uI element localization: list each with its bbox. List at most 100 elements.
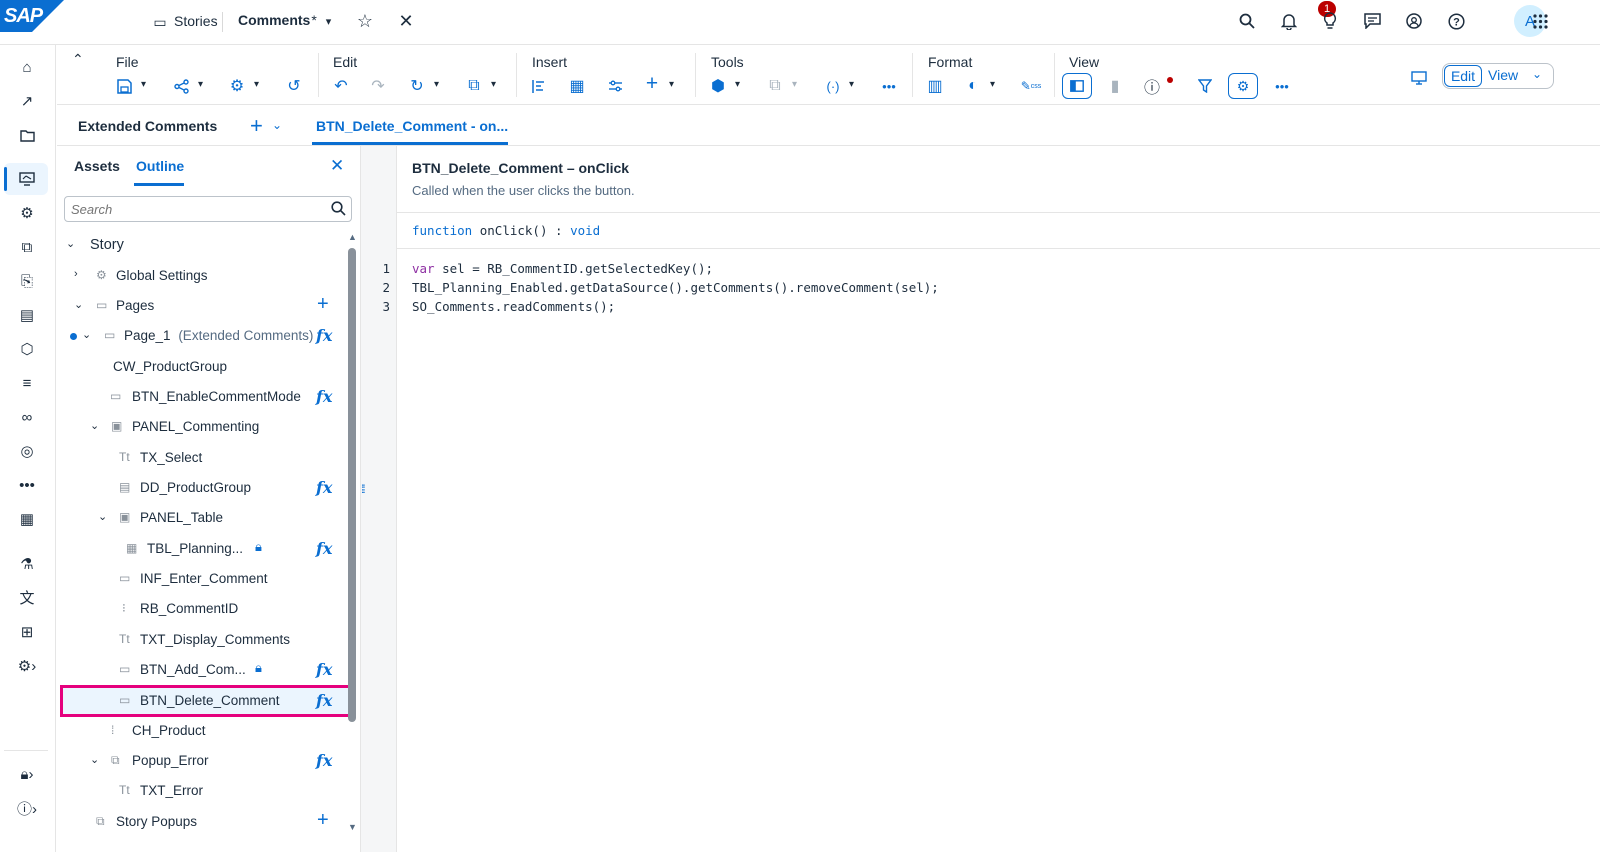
tree-item-dd-productgroup[interactable]: ▤ DD_ProductGroup fx <box>60 473 352 503</box>
tree-item-panel-commenting[interactable]: ⌄ ▣ PANEL_Commenting <box>60 412 352 442</box>
chevron-down-icon[interactable]: ⌄ <box>74 298 83 311</box>
tree-item-btn-enablecommentmode[interactable]: ▭ BTN_EnableCommentMode fx <box>60 382 352 412</box>
scrollbar-thumb[interactable] <box>348 248 356 722</box>
insert-table-icon[interactable]: ▦ <box>568 74 586 98</box>
share-icon[interactable] <box>172 74 190 98</box>
present-icon[interactable] <box>1409 66 1429 90</box>
sap-logo[interactable]: SAP <box>0 0 64 32</box>
filter-icon[interactable] <box>1196 74 1214 98</box>
undo-icon[interactable]: ↶ <box>332 74 350 98</box>
script-fx-icon[interactable]: fx <box>316 326 332 345</box>
tree-item-inf-enter-comment[interactable]: ▭ INF_Enter_Comment <box>60 564 352 594</box>
help-icon[interactable]: ? <box>1445 10 1467 32</box>
document-title-menu[interactable]: Comments* ▾ <box>238 12 331 28</box>
digital-boardroom-icon[interactable]: ⧉ <box>14 235 40 259</box>
collapse-toolbar-icon[interactable]: ⌃ <box>72 51 84 68</box>
copy-icon[interactable]: ⧉ <box>465 74 483 98</box>
script-mode-icon[interactable]: ⚙ <box>1228 73 1258 99</box>
panel-splitter[interactable] <box>360 146 368 852</box>
edit-mode-button[interactable]: Edit <box>1444 65 1482 87</box>
tree-item-popup-error[interactable]: ⌄ ⧉ Popup_Error fx <box>60 746 352 776</box>
security-expand-icon[interactable]: 🔒︎› <box>14 762 40 786</box>
scroll-down-icon[interactable]: ▼ <box>348 822 357 832</box>
home-icon[interactable]: ⌂ <box>14 55 40 79</box>
refresh-icon[interactable]: ↻ <box>408 74 426 98</box>
add-page-icon[interactable]: + <box>317 293 329 316</box>
tree-item-panel-table[interactable]: ⌄ ▣ PANEL_Table <box>60 503 352 533</box>
script-fx-icon[interactable]: fx <box>316 478 332 497</box>
analytic-application-icon[interactable]: ⚙ <box>14 201 40 225</box>
script-fx-icon[interactable]: fx <box>316 387 332 406</box>
calendar-icon[interactable]: ▦ <box>14 507 40 531</box>
layout-icon[interactable]: ▥ <box>926 74 944 98</box>
info-expand-icon[interactable]: ⓘ› <box>14 797 40 821</box>
product-switch-icon[interactable] <box>1529 10 1551 32</box>
add-page-icon[interactable]: + <box>250 113 263 139</box>
search-icon[interactable] <box>1236 10 1258 32</box>
tab-assets[interactable]: Assets <box>74 158 120 174</box>
chevron-down-icon[interactable]: ⌄ <box>90 753 99 766</box>
bell-icon[interactable] <box>1278 10 1300 32</box>
connections-icon[interactable]: ⚗ <box>14 552 40 576</box>
dataset-icon[interactable]: ▤ <box>14 303 40 327</box>
insert-chart-icon[interactable] <box>530 74 548 98</box>
left-panel-toggle-icon[interactable] <box>1062 73 1092 99</box>
code-line[interactable]: var sel = RB_CommentID.getSelectedKey(); <box>412 261 713 276</box>
script-fx-icon[interactable]: fx <box>316 539 332 558</box>
add-popup-icon[interactable]: + <box>317 809 329 832</box>
chevron-down-icon[interactable]: ▾ <box>849 79 854 90</box>
splitter-grip-icon[interactable]: ⁞⁞ <box>361 482 365 496</box>
compass-icon[interactable]: ◎ <box>14 439 40 463</box>
tab-outline[interactable]: Outline <box>136 158 184 174</box>
tree-item-story[interactable]: ⌄ Story <box>60 230 352 260</box>
discussion-icon[interactable] <box>1403 10 1425 32</box>
chevron-down-icon[interactable]: ▾ <box>990 79 995 90</box>
script-editor-tab[interactable]: BTN_Delete_Comment - on... <box>316 118 508 134</box>
chevron-down-icon[interactable]: ▾ <box>198 79 203 90</box>
code-line[interactable]: TBL_Planning_Enabled.getDataSource().get… <box>412 280 939 295</box>
stories-nav-icon[interactable] <box>14 167 40 191</box>
tree-item-page-1[interactable]: ⌄ ▭ Page_1 (Extended Comments) fx <box>60 321 352 351</box>
tree-item-tx-select[interactable]: Tt TX_Select <box>60 443 352 473</box>
script-fx-icon[interactable]: fx <box>316 751 332 770</box>
right-panel-toggle-icon[interactable]: ▮ <box>1105 74 1125 98</box>
info-icon[interactable]: ⓘ <box>1143 74 1161 98</box>
story-tab[interactable]: Extended Comments <box>78 118 217 134</box>
search-icon[interactable] <box>331 201 346 219</box>
history-icon[interactable]: ↺ <box>285 74 303 98</box>
view-overflow-icon[interactable]: ••• <box>1272 74 1292 98</box>
translation-icon[interactable]: 文 <box>14 586 40 610</box>
chevron-down-icon[interactable]: ▾ <box>254 79 259 90</box>
chevron-down-icon[interactable]: ⌄ <box>272 118 282 132</box>
close-panel-icon[interactable]: ✕ <box>330 156 344 176</box>
chevron-down-icon[interactable]: ▾ <box>434 79 439 90</box>
model-cube-icon[interactable]: ⬡ <box>14 337 40 361</box>
save-icon[interactable] <box>115 74 133 98</box>
lightbulb-icon[interactable] <box>1319 10 1341 32</box>
tree-item-global-settings[interactable]: › ⚙ Global Settings <box>60 261 352 291</box>
script-fx-icon[interactable]: fx <box>316 660 332 679</box>
tree-item-rb-commentid[interactable]: ⁝ RB_CommentID <box>60 594 352 624</box>
chevron-down-icon[interactable]: ▾ <box>669 79 674 90</box>
stories-link[interactable]: Stories <box>174 13 218 29</box>
chevron-down-icon[interactable]: ▾ <box>141 79 146 90</box>
tree-item-txt-error[interactable]: Tt TXT_Error <box>60 776 352 806</box>
chevron-down-icon[interactable]: ⌄ <box>90 419 99 432</box>
tree-item-btn-add-comment[interactable]: ▭ BTN_Add_Com... 🔒︎ fx <box>60 655 352 685</box>
close-icon[interactable]: ✕ <box>396 10 416 32</box>
chevron-down-icon[interactable]: ⌄ <box>82 328 91 341</box>
chevron-down-icon[interactable]: ▾ <box>491 79 496 90</box>
trend-icon[interactable]: ↗ <box>14 89 40 113</box>
chevron-down-icon[interactable]: ▾ <box>735 79 740 90</box>
chevron-right-icon[interactable]: › <box>74 268 78 280</box>
system-expand-icon[interactable]: ⚙› <box>14 654 40 678</box>
formula-icon[interactable]: (·) <box>822 74 844 98</box>
data-analyzer-icon[interactable]: ⎘ <box>14 269 40 293</box>
code-line[interactable]: SO_Comments.readComments(); <box>412 299 615 314</box>
tree-item-txt-display-comments[interactable]: Tt TXT_Display_Comments <box>60 625 352 655</box>
css-icon[interactable]: ✎ css <box>1021 74 1042 98</box>
feedback-icon[interactable] <box>1361 10 1383 32</box>
chevron-down-icon[interactable]: ⌄ <box>98 510 107 523</box>
tree-item-cw-productgroup[interactable]: CW_ProductGroup <box>60 352 352 382</box>
search-input[interactable] <box>71 198 321 220</box>
